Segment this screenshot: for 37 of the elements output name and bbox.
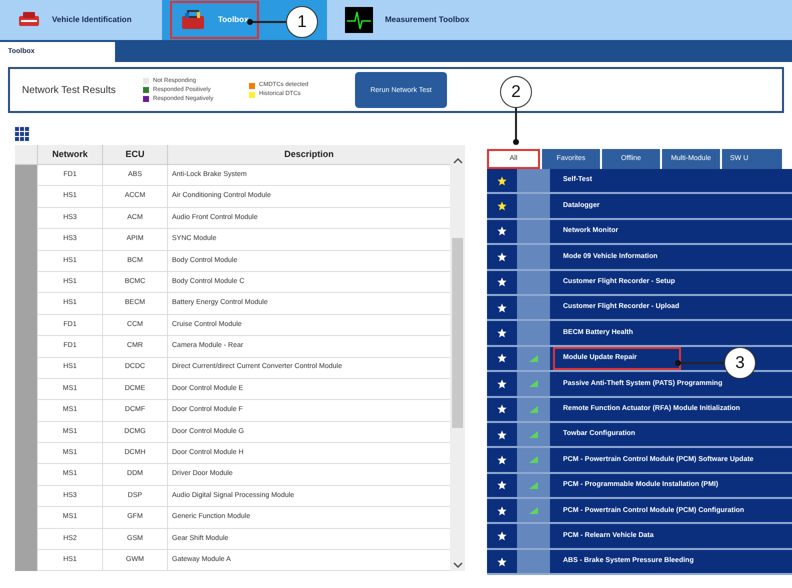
star-icon[interactable] xyxy=(497,506,507,516)
star-icon[interactable] xyxy=(497,252,507,262)
star-icon[interactable] xyxy=(497,302,507,313)
scroll-thumb[interactable] xyxy=(452,238,463,428)
star-icon[interactable] xyxy=(497,556,507,567)
signal-cell xyxy=(517,524,550,548)
column-header: Network xyxy=(37,145,102,164)
signal-cell xyxy=(517,220,550,244)
signal-cell xyxy=(517,194,550,218)
signal-cell xyxy=(517,270,550,294)
star-icon[interactable] xyxy=(497,430,507,440)
car-icon xyxy=(18,11,40,29)
star-icon[interactable] xyxy=(497,404,507,414)
signal-cell xyxy=(517,296,550,320)
scroll-down-icon[interactable] xyxy=(452,562,462,570)
toolbox-icon xyxy=(180,9,206,31)
star-icon[interactable] xyxy=(497,277,507,288)
scroll-up-icon[interactable] xyxy=(452,157,462,164)
star-icon[interactable] xyxy=(497,480,507,490)
star-icon[interactable] xyxy=(497,353,507,364)
scrollbar[interactable] xyxy=(450,145,465,572)
star-icon[interactable] xyxy=(497,378,507,389)
signal-cell xyxy=(517,245,550,269)
star-icon[interactable] xyxy=(497,328,507,338)
star-icon[interactable] xyxy=(497,531,507,542)
column-header: ECU xyxy=(102,145,167,164)
waveform-icon xyxy=(345,7,373,33)
signal-cell xyxy=(517,550,550,574)
callout-number: 2 xyxy=(500,76,532,108)
signal-cell xyxy=(517,321,550,345)
star-icon[interactable] xyxy=(497,176,507,186)
signal-cell xyxy=(517,169,550,192)
panel-title: Network Test Results xyxy=(22,84,117,98)
star-icon[interactable] xyxy=(497,226,507,236)
grid-icon[interactable] xyxy=(15,127,29,141)
star-icon[interactable] xyxy=(497,201,507,212)
star-icon[interactable] xyxy=(497,454,507,465)
